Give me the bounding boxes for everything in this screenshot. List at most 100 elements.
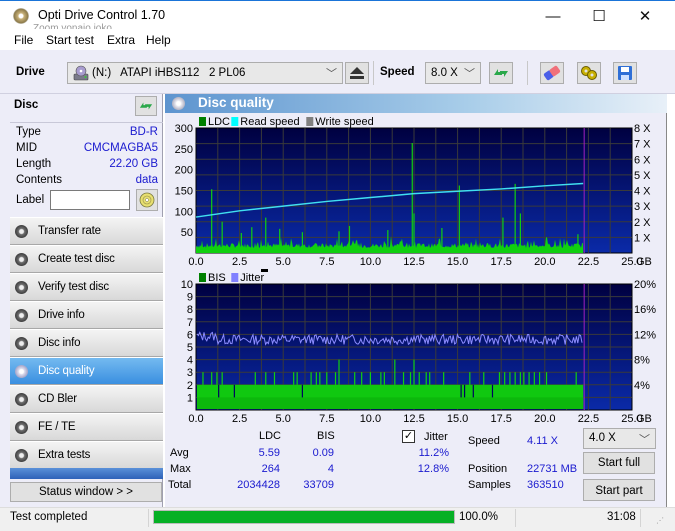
y-tick-label: 8 <box>187 304 193 316</box>
nav-footer <box>10 468 163 479</box>
test-speed-select[interactable]: 4.0 X ﹀ <box>583 428 656 449</box>
nav-label: Disc info <box>38 337 81 349</box>
erase-button[interactable] <box>540 62 564 84</box>
total-bis: 33709 <box>303 479 334 491</box>
col-header-ldc: LDC <box>259 430 282 442</box>
nav-label: Verify test disc <box>38 281 109 293</box>
nav-create-test-disc[interactable]: Create test disc <box>10 245 163 273</box>
disc-quality-panel: Disc quality 0.0 2.5 5.0 7.5 10.0 12.5 15.0 17.… <box>165 94 667 507</box>
eject-button[interactable] <box>345 62 369 84</box>
total-ldc: 2034428 <box>237 479 280 491</box>
menu-extra[interactable]: Extra <box>107 33 135 47</box>
legend-label: BIS <box>208 272 226 284</box>
divider <box>515 509 516 527</box>
y-tick-label: 6 <box>187 329 193 341</box>
status-text: Test completed <box>10 511 88 523</box>
disc-value: data <box>135 174 158 186</box>
test-nav: Transfer rate Create test disc Verify te… <box>10 217 163 469</box>
start-full-button[interactable]: Start full <box>583 452 655 474</box>
disc-info-table: Type BD-R MID CMCMAGBA5 Length 22.20 GB Con… <box>10 122 163 189</box>
speed-value: 8.0 X <box>431 67 458 79</box>
resize-grip-icon[interactable]: ⋰ <box>656 516 664 525</box>
nav-disc-quality[interactable]: Disc quality <box>10 357 163 385</box>
disc-key: Type <box>16 126 41 138</box>
y-tick-label: 5 <box>187 342 193 354</box>
x-axis-unit: GB <box>636 256 652 265</box>
nav-transfer-rate[interactable]: Transfer rate <box>10 217 163 245</box>
y-right-tick-label: 5 X <box>634 170 651 182</box>
y-tick-label: 100 <box>175 206 193 218</box>
window-title: Opti Drive Control 1.70 <box>38 8 166 22</box>
transfer-rate-icon <box>15 225 28 238</box>
x-tick-label: 2.5 <box>232 413 247 425</box>
y-right-tick-label: 8% <box>634 355 650 367</box>
menu-file[interactable]: File <box>14 33 33 47</box>
total-label: Total <box>168 479 192 491</box>
x-tick-label: 15.0 <box>447 413 468 425</box>
max-bis: 4 <box>327 463 334 475</box>
y-right-tick-label: 12% <box>634 329 656 341</box>
nav-disc-info[interactable]: Disc info <box>10 329 163 357</box>
divider <box>148 509 149 527</box>
position-readout: 22731 MB <box>527 463 578 475</box>
sidebar: Disc Type BD-R MID CMCMAGBA5 Length 22.20 G… <box>0 94 163 507</box>
label-key: Label <box>16 194 45 206</box>
nav-drive-info[interactable]: Drive info <box>10 301 163 329</box>
legend-label: Write speed <box>315 116 374 128</box>
refresh-button[interactable] <box>489 62 513 84</box>
x-tick-label: 7.5 <box>319 413 334 425</box>
disc-label-row: Label <box>10 189 163 212</box>
speed-select[interactable]: 8.0 X ﹀ <box>425 62 481 84</box>
create-disc-icon <box>15 253 28 266</box>
x-tick-label: 22.5 <box>578 256 599 265</box>
menu-help[interactable]: Help <box>146 33 171 47</box>
nav-label: Drive info <box>38 309 85 321</box>
nav-fe-te[interactable]: FE / TE <box>10 413 163 441</box>
x-axis-unit: GB <box>636 413 652 425</box>
disc-header: Disc <box>10 94 163 118</box>
save-button[interactable] <box>613 62 637 84</box>
y-right-tick-label: 16% <box>634 304 656 316</box>
legend-swatch <box>199 273 206 282</box>
disc-info-icon <box>15 337 28 350</box>
bis-area-lower <box>197 397 584 409</box>
settings-button[interactable] <box>577 62 601 84</box>
chevron-down-icon: ﹀ <box>326 68 337 80</box>
jitter-checkbox[interactable]: ✓ <box>402 430 415 443</box>
cd-bler-icon <box>15 393 28 406</box>
close-button[interactable]: ✕ <box>622 1 668 31</box>
x-tick-label: 7.5 <box>319 256 334 265</box>
y-tick-label: 3 <box>187 367 193 379</box>
y-tick-label: 1 <box>187 392 193 404</box>
progress-fill <box>154 511 454 523</box>
nav-label: FE / TE <box>38 421 76 433</box>
disc-key: Contents <box>16 174 63 186</box>
drive-select[interactable]: (N:) ATAPI iHBS112 2 PL06 ﹀ <box>67 62 343 84</box>
speed-readout: 4.11 X <box>527 435 558 447</box>
disc-row-length: Length 22.20 GB <box>10 157 163 173</box>
y-right-tick-label: 6 X <box>634 154 651 166</box>
maximize-button[interactable]: ☐ <box>576 1 622 31</box>
y-tick-label: 250 <box>175 144 193 156</box>
start-part-button[interactable]: Start part <box>583 479 655 501</box>
avg-label: Avg <box>170 447 189 459</box>
drive-label: Drive <box>16 66 45 78</box>
x-tick-label: 5.0 <box>276 256 291 265</box>
disc-value: BD-R <box>129 126 158 138</box>
fe-te-icon <box>15 421 28 434</box>
menu-start-test[interactable]: Start test <box>46 33 94 47</box>
nav-label: Transfer rate <box>38 225 101 237</box>
samples-readout: 363510 <box>527 479 564 491</box>
nav-extra-tests[interactable]: Extra tests <box>10 441 163 469</box>
y-tick-label: 200 <box>175 165 193 177</box>
nav-cd-bler[interactable]: CD Bler <box>10 385 163 413</box>
disc-label-button[interactable] <box>136 189 158 211</box>
legend-swatch <box>199 117 206 126</box>
minimize-button[interactable]: — <box>530 1 576 31</box>
status-window-button[interactable]: Status window > > <box>10 482 162 502</box>
disc-refresh-button[interactable] <box>135 96 157 116</box>
nav-verify-test-disc[interactable]: Verify test disc <box>10 273 163 301</box>
legend-swatch <box>306 117 314 126</box>
disc-label-input[interactable] <box>50 190 130 210</box>
position-label: Position <box>468 463 508 475</box>
